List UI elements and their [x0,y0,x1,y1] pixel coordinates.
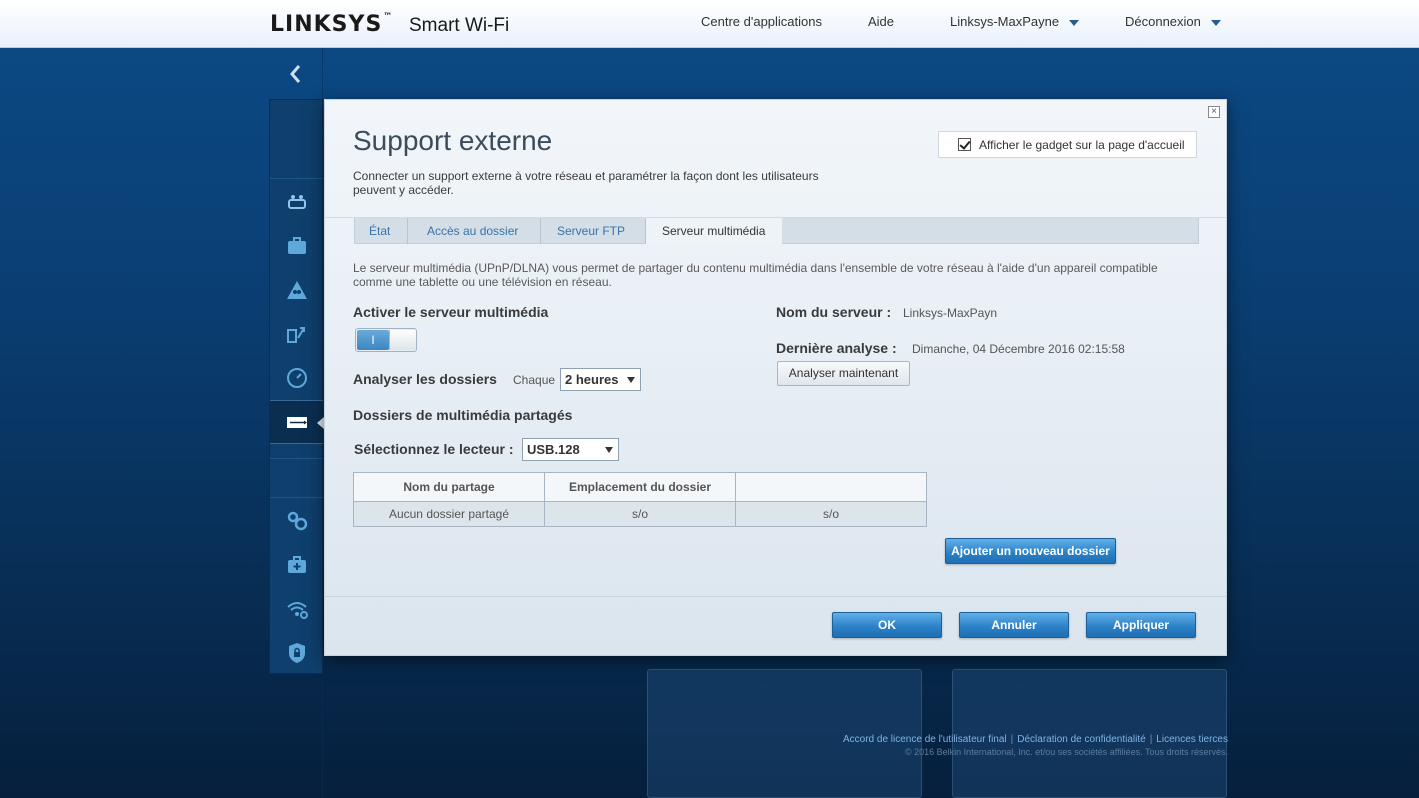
wifi-gear-icon [286,602,308,619]
copyright-text: © 2016 Belkin International, Inc. et/ou … [905,747,1228,757]
privacy-link[interactable]: Déclaration de confidentialité [1017,734,1145,745]
logo-tm: ™ [383,12,394,22]
footer-divider [325,596,1226,597]
devices-icon [287,195,306,209]
column-header-actions [735,472,927,502]
toggle-on-indicator: I [357,330,389,350]
tab-bar: État Accès au dossier Serveur FTP Serveu… [354,218,1199,244]
usb-icon [286,417,307,428]
media-server-toggle[interactable]: I [355,328,417,352]
add-folder-button[interactable]: Ajouter un nouveau dossier [945,538,1116,564]
sidebar [269,99,324,675]
apply-button[interactable]: Appliquer [1086,612,1196,638]
nav-router-menu[interactable]: Linksys-MaxPayne [950,14,1080,29]
toggle-knob [389,330,416,350]
scan-now-button[interactable]: Analyser maintenant [777,361,910,386]
briefcase-icon [287,237,306,254]
chevron-down-icon [1069,19,1080,26]
page-footer: Accord de licence de l'utilisateur final… [843,734,1228,757]
page-subtitle: Connecter un support externe à votre rés… [353,169,819,197]
tab-media-server[interactable]: Serveur multimédia [646,218,782,244]
linksys-logo[interactable]: LINKSYS™ [270,12,393,37]
tab-divider [407,218,408,244]
close-icon[interactable]: × [1208,106,1220,118]
cancel-button[interactable]: Annuler [959,612,1069,638]
column-header-share-name: Nom du partage [353,472,545,502]
show-gadget-label: Afficher le gadget sur la page d'accueil [979,137,1185,152]
table-cell: Aucun dossier partagé [353,501,545,527]
server-name-value: Linksys-MaxPayn [903,306,998,320]
scan-interval-value: 2 heures [565,372,619,387]
sidebar-item-security[interactable] [270,631,323,675]
scan-every-label: Chaque [513,373,556,387]
back-arrow-icon[interactable] [284,60,308,88]
show-gadget-option: Afficher le gadget sur la page d'accueil [938,131,1197,158]
server-name-label: Nom du serveur : [776,304,892,320]
scan-interval-select[interactable]: 2 heures [560,368,641,391]
sidebar-divider [270,458,323,459]
sidebar-item-parental-controls[interactable] [270,268,323,312]
nav-app-center[interactable]: Centre d'applications [701,14,822,29]
table-cell: s/o [735,501,927,527]
sidebar-item-guest-access[interactable] [270,224,323,268]
select-drive-label: Sélectionnez le lecteur : [354,441,514,457]
sidebar-item-external-storage[interactable] [270,400,324,444]
sidebar-item-troubleshooting[interactable] [270,543,323,587]
logout-label: Déconnexion [1125,14,1201,29]
gears-icon [287,511,307,531]
column-header-folder-location: Emplacement du dossier [544,472,736,502]
speedometer-icon [286,368,307,388]
drive-value: USB.128 [527,442,580,457]
drive-select[interactable]: USB.128 [522,438,619,461]
footer-links: Accord de licence de l'utilisateur final… [843,734,1228,745]
sidebar-item-speed-test[interactable] [270,356,323,400]
scan-folders-label: Analyser les dossiers [353,371,497,387]
top-header: LINKSYS™ Smart Wi-Fi Centre d'applicatio… [0,0,1419,48]
table-cell: s/o [544,501,736,527]
chevron-down-icon [1210,19,1221,26]
tab-folder-access[interactable]: Accès au dossier [427,218,518,244]
show-gadget-checkbox[interactable] [958,138,971,151]
page-title: Support externe [353,125,553,156]
table-header-row: Nom du partage Emplacement du dossier [353,472,927,502]
external-storage-dialog: × Support externe Connecter un support e… [324,99,1227,656]
footer-separator: | [1010,734,1014,745]
shared-folders-title: Dossiers de multimédia partagés [353,407,573,423]
tab-status[interactable]: État [369,218,390,244]
eula-link[interactable]: Accord de licence de l'utilisateur final [843,734,1007,745]
warning-people-icon [286,281,307,299]
first-aid-icon [287,556,306,573]
shield-lock-icon [288,643,305,663]
tab-ftp-server[interactable]: Serveur FTP [557,218,625,244]
tab-divider [540,218,541,244]
sidebar-item-device-list[interactable] [270,180,323,224]
media-server-description: Le serveur multimédia (UPnP/DLNA) vous p… [353,261,1158,289]
nav-logout-menu[interactable]: Déconnexion [1125,14,1221,29]
dropdown-arrow-icon [605,447,613,453]
footer-separator: | [1149,734,1153,745]
router-name: Linksys-MaxPayne [950,14,1060,29]
sidebar-item-media-prioritization[interactable] [270,312,323,356]
sidebar-item-connectivity[interactable] [270,499,323,543]
enable-media-server-label: Activer le serveur multimédia [353,304,549,320]
logo-text: LINKSYS [270,12,383,37]
ok-button[interactable]: OK [832,612,942,638]
table-row: Aucun dossier partagé s/o s/o [353,501,927,527]
sidebar-divider [270,178,323,179]
priority-arrows-icon [286,327,305,343]
last-scan-value: Dimanche, 04 Décembre 2016 02:15:58 [912,342,1125,356]
logo-subtitle: Smart Wi-Fi [409,15,510,36]
nav-help[interactable]: Aide [868,14,894,29]
sidebar-item-wireless[interactable] [270,587,323,631]
dropdown-arrow-icon [627,377,635,383]
shared-folders-table: Nom du partage Emplacement du dossier Au… [353,472,927,527]
last-scan-label: Dernière analyse : [776,340,897,356]
sidebar-divider [270,497,323,498]
third-party-link[interactable]: Licences tierces [1156,734,1228,745]
